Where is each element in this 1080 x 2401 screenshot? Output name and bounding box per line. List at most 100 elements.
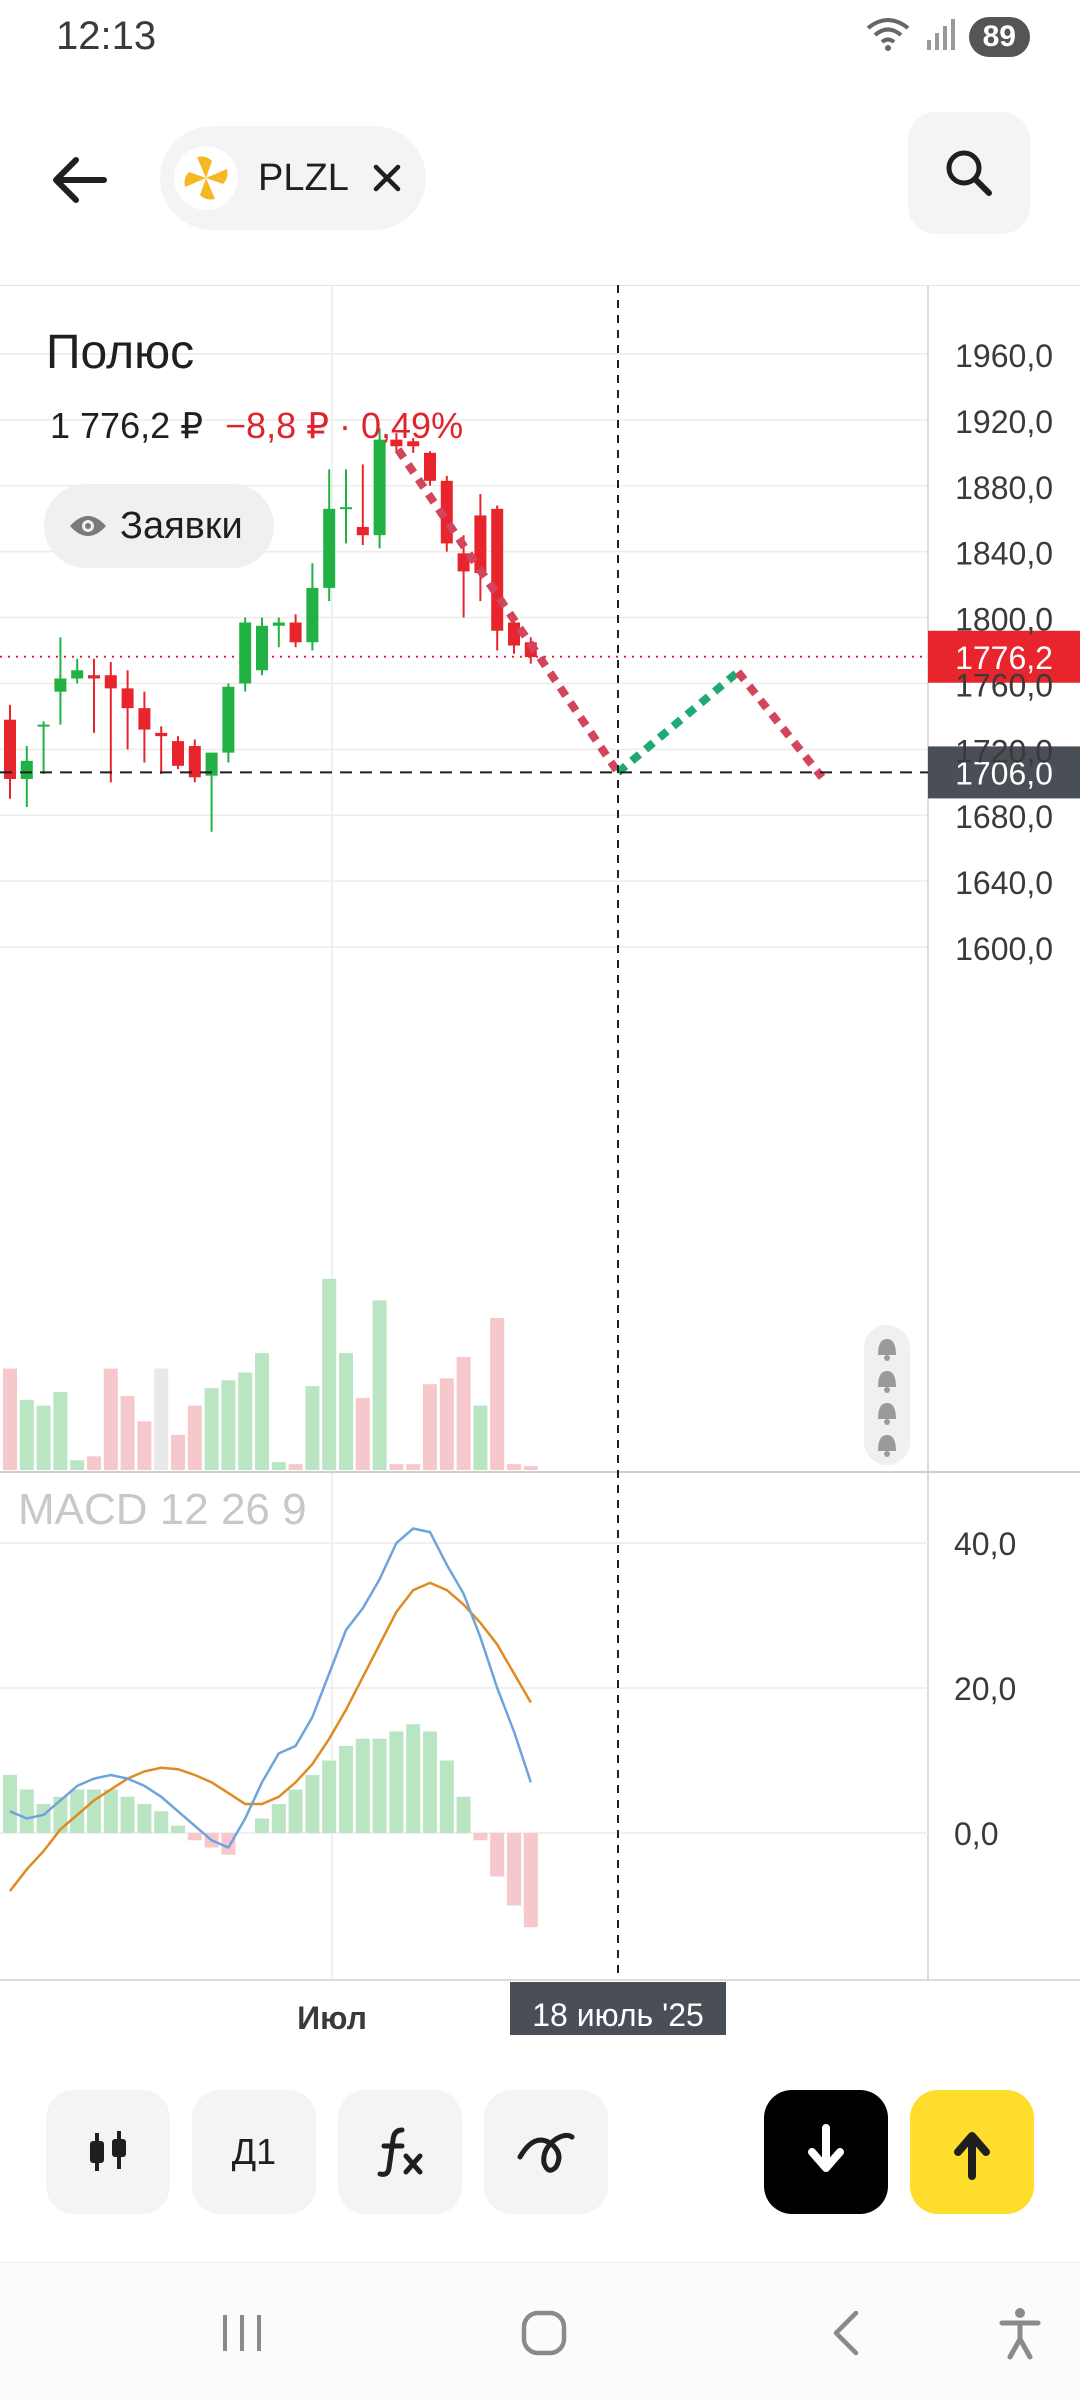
volume-bar xyxy=(456,1356,471,1470)
volume-bar xyxy=(507,1464,521,1470)
search-button[interactable] xyxy=(908,112,1030,234)
macd-histogram-bar xyxy=(439,1760,454,1833)
candle-body xyxy=(172,741,184,766)
macd-histogram-bar xyxy=(507,1833,521,1906)
volume-bar xyxy=(255,1353,269,1470)
back-button[interactable] xyxy=(40,140,120,220)
macd-histogram-bar xyxy=(288,1789,303,1833)
interval-button[interactable]: Д1 xyxy=(192,2090,316,2214)
macd-histogram-bar xyxy=(473,1833,488,1841)
volume-bar xyxy=(19,1399,34,1470)
volume-bar xyxy=(288,1464,303,1470)
volume-bar xyxy=(439,1378,454,1470)
macd-histogram-bar xyxy=(523,1833,538,1928)
macd-histogram-bar xyxy=(187,1833,202,1841)
volume-bar xyxy=(36,1405,51,1470)
volume-bar xyxy=(473,1405,488,1470)
candle-body xyxy=(138,708,151,730)
forecast-segment xyxy=(615,668,741,776)
search-icon xyxy=(946,150,992,196)
volume-bar xyxy=(339,1353,353,1470)
ticker-label: PLZL xyxy=(258,156,349,199)
ticker-chip[interactable]: PLZL xyxy=(160,126,426,230)
arrow-up-icon xyxy=(954,2132,990,2180)
macd-histogram-bar xyxy=(137,1804,152,1833)
volume-bar xyxy=(322,1278,337,1470)
candle-body xyxy=(424,452,436,481)
price-tick-label: 1800,0 xyxy=(955,602,1053,638)
signal-icon xyxy=(925,16,955,57)
macd-histogram-bar xyxy=(406,1724,421,1833)
volume-bar xyxy=(3,1368,17,1470)
forecast-segment xyxy=(394,447,622,775)
candle-body xyxy=(508,622,520,646)
volume-bar xyxy=(423,1384,437,1470)
candle-body xyxy=(20,760,33,779)
status-time: 12:13 xyxy=(56,14,157,58)
volume-bar xyxy=(53,1392,68,1470)
indicators-button[interactable] xyxy=(338,2090,462,2214)
candle-body xyxy=(121,688,134,709)
candlestick-icon xyxy=(90,2131,126,2171)
bell-clapper xyxy=(884,1419,890,1425)
top-bar: PLZL xyxy=(0,110,1080,240)
macd-tick-label: 0,0 xyxy=(954,1816,998,1852)
macd-histogram-bar xyxy=(372,1738,387,1833)
candle-body xyxy=(71,670,84,679)
chart-toolbar: Д1 xyxy=(0,2090,1080,2220)
accessibility-icon xyxy=(999,2308,1041,2360)
chart-type-button[interactable] xyxy=(46,2090,170,2214)
macd-histogram-bar xyxy=(490,1833,505,1877)
candle-body xyxy=(340,507,352,510)
volume-bar xyxy=(154,1368,169,1470)
buy-button[interactable] xyxy=(910,2090,1034,2214)
system-nav-bar xyxy=(0,2262,1080,2401)
crosshair-date-label: 18 июль '25 xyxy=(532,1997,704,2033)
macd-histogram-bar xyxy=(53,1796,68,1833)
candle-body xyxy=(373,439,386,536)
candle-body xyxy=(88,675,100,679)
macd-histogram-bar xyxy=(456,1796,471,1833)
month-label: Июл xyxy=(297,2000,367,2035)
macd-histogram-bar xyxy=(221,1833,236,1855)
volume-bar xyxy=(271,1462,286,1470)
volume-bar xyxy=(355,1397,370,1470)
volume-bar xyxy=(406,1464,421,1470)
arrow-left-icon xyxy=(53,157,107,203)
candle-body xyxy=(239,622,252,684)
home-icon xyxy=(521,2310,567,2356)
home-button[interactable] xyxy=(504,2293,584,2373)
macd-histogram-bar xyxy=(3,1775,17,1833)
drawing-tools-button[interactable] xyxy=(484,2090,608,2214)
back-nav-button[interactable] xyxy=(806,2293,886,2373)
recent-apps-button[interactable] xyxy=(202,2293,282,2373)
candle-body xyxy=(306,587,319,643)
accessibility-button[interactable] xyxy=(980,2293,1060,2373)
macd-histogram-bar xyxy=(103,1789,118,1833)
macd-histogram-bar xyxy=(355,1738,370,1833)
function-icon xyxy=(377,2127,423,2177)
forecast-segment xyxy=(734,669,826,780)
macd-label: MACD 12 26 9 xyxy=(18,1485,307,1534)
bell-clapper xyxy=(884,1387,890,1393)
volume-bar xyxy=(137,1421,152,1470)
macd-signal-line xyxy=(9,1581,532,1892)
candle-body xyxy=(4,719,16,779)
macd-histogram-bar xyxy=(36,1804,51,1833)
close-icon[interactable] xyxy=(367,158,407,198)
orders-toggle-button[interactable]: Заявки xyxy=(44,484,274,568)
price-tick-label: 1600,0 xyxy=(955,931,1053,967)
sell-button[interactable] xyxy=(764,2090,888,2214)
price-tick-label: 1680,0 xyxy=(955,799,1053,835)
price-change: −8,8 ₽ · 0,49% xyxy=(225,405,464,446)
macd-histogram-bar xyxy=(120,1796,135,1833)
macd-histogram-bar xyxy=(423,1731,437,1833)
battery-badge: 89 xyxy=(968,16,1030,57)
price-tick-label: 1720,0 xyxy=(955,733,1053,769)
volume-bar xyxy=(523,1466,538,1470)
drawing-curve-icon xyxy=(517,2132,575,2173)
orders-label: Заявки xyxy=(120,504,243,547)
volume-bar xyxy=(187,1405,202,1470)
volume-bar xyxy=(305,1386,320,1470)
candle-body xyxy=(491,508,504,631)
